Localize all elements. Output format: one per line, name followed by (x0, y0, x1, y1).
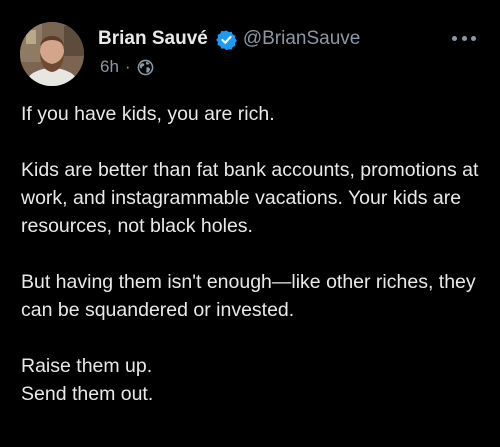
tweet-paragraph: Kids are better than fat bank accounts, … (21, 159, 479, 237)
more-dot (452, 35, 457, 41)
meta-separator: · (124, 57, 131, 76)
avatar[interactable] (20, 22, 84, 86)
tweet-meta: 6h · (100, 56, 154, 78)
tweet-line: Send them out. (21, 383, 154, 405)
tweet-header: Brian Sauvé @BrianSauve (98, 26, 360, 52)
more-options-icon[interactable] (452, 31, 476, 45)
tweet-text: If you have kids, you are rich. Kids are… (21, 100, 483, 408)
more-dot (461, 35, 467, 41)
author-handle[interactable]: @BrianSauve (243, 28, 361, 50)
tweet-paragraph: If you have kids, you are rich. (21, 103, 275, 125)
tweet-line: Raise them up. (21, 355, 153, 377)
author-name[interactable]: Brian Sauvé (98, 28, 208, 50)
tweet-paragraph: Raise them up. Send them out. (21, 352, 483, 408)
more-dot (471, 35, 476, 41)
tweet: Brian Sauvé @BrianSauve 6h · If you have… (0, 0, 500, 447)
timestamp[interactable]: 6h (100, 57, 119, 77)
tweet-paragraph: But having them isn't enough—like other … (21, 271, 476, 321)
verified-badge-icon (215, 29, 237, 50)
avatar-image (20, 22, 84, 86)
globe-icon (137, 59, 154, 76)
